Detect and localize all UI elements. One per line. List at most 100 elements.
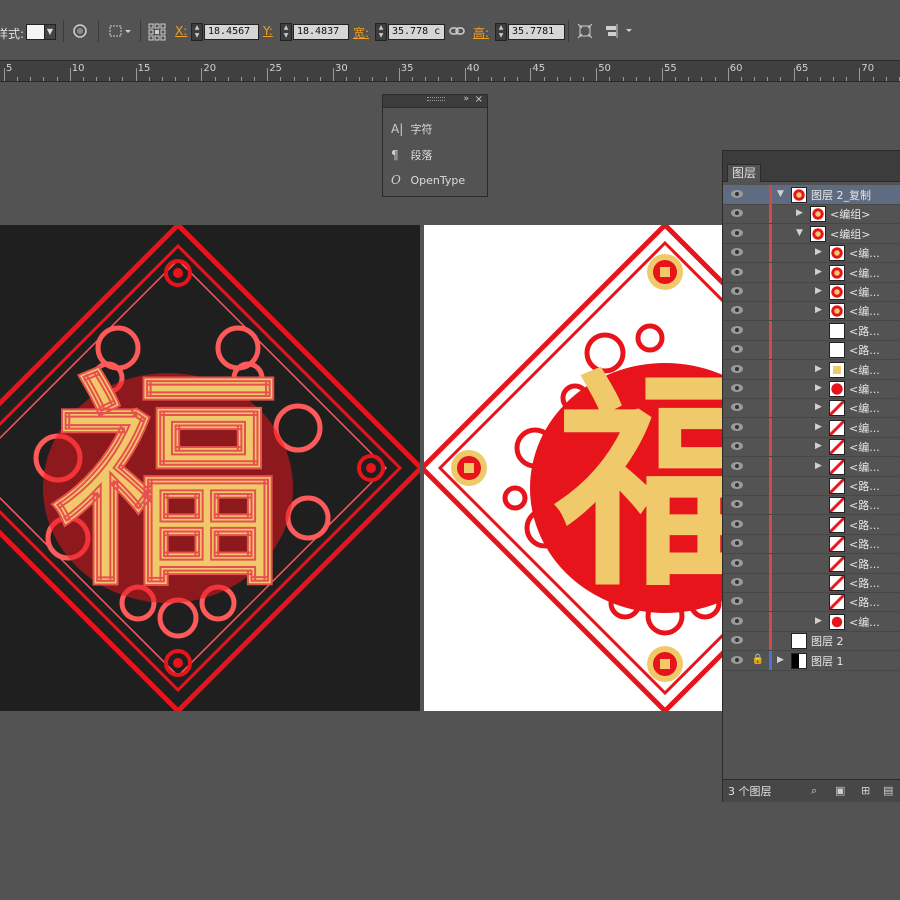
- expand-triangle-icon[interactable]: ▶: [815, 383, 822, 393]
- collapse-triangle-icon[interactable]: ▼: [777, 189, 784, 199]
- expand-triangle-icon[interactable]: ▶: [815, 402, 822, 412]
- layer-row[interactable]: <路...: [723, 573, 900, 593]
- lock-toggle[interactable]: [751, 460, 765, 474]
- lock-toggle[interactable]: [751, 479, 765, 493]
- lock-toggle[interactable]: [751, 615, 765, 629]
- visibility-eye-icon[interactable]: [731, 287, 743, 295]
- layer-row[interactable]: <路...: [723, 592, 900, 613]
- expand-triangle-icon[interactable]: ▶: [815, 441, 822, 451]
- fu-artwork-preview[interactable]: 福: [418, 221, 900, 715]
- new-sublayer-icon[interactable]: ⊞: [861, 784, 870, 797]
- layer-row[interactable]: <路...: [723, 340, 900, 361]
- expand-triangle-icon[interactable]: ▶: [815, 305, 822, 315]
- visibility-eye-icon[interactable]: [731, 228, 743, 237]
- layer-row[interactable]: <路...: [723, 534, 900, 555]
- height-field[interactable]: 35.7781: [508, 24, 565, 40]
- lock-toggle[interactable]: [751, 421, 765, 435]
- lock-toggle[interactable]: [751, 285, 765, 299]
- align-icon[interactable]: [604, 23, 634, 43]
- visibility-eye-icon[interactable]: [731, 364, 743, 373]
- expand-triangle-icon[interactable]: ▶: [815, 422, 822, 432]
- layer-row[interactable]: 🔒 ▶ 图层 1: [723, 650, 900, 671]
- layer-row[interactable]: ▶ <编...: [723, 398, 900, 419]
- y-stepper[interactable]: ▲ ▼: [280, 23, 292, 41]
- visibility-eye-icon[interactable]: [731, 248, 743, 257]
- fu-artwork-outline-view[interactable]: 福: [0, 221, 425, 715]
- layer-row[interactable]: <路...: [723, 514, 900, 535]
- collapse-triangle-icon[interactable]: ▼: [796, 228, 803, 238]
- layer-row[interactable]: ▶ <编...: [723, 417, 900, 438]
- visibility-eye-icon[interactable]: [731, 267, 743, 276]
- layer-row[interactable]: <路...: [723, 476, 900, 496]
- lock-toggle[interactable]: [751, 401, 765, 415]
- visibility-eye-icon[interactable]: [731, 384, 743, 392]
- expand-triangle-icon[interactable]: ▶: [815, 286, 822, 296]
- expand-triangle-icon[interactable]: ▶: [777, 655, 784, 665]
- visibility-eye-icon[interactable]: [731, 422, 743, 431]
- artboard-left[interactable]: 福: [0, 221, 425, 715]
- expand-triangle-icon[interactable]: ▶: [815, 364, 822, 374]
- layer-row[interactable]: ▼ 图层 2_复制: [723, 185, 900, 205]
- lock-toggle[interactable]: [751, 343, 765, 357]
- artboard-right[interactable]: 福: [418, 221, 900, 715]
- lock-toggle[interactable]: [751, 246, 765, 260]
- layer-row[interactable]: ▶ <编组>: [723, 204, 900, 225]
- visibility-eye-icon[interactable]: [731, 616, 743, 625]
- visibility-eye-icon[interactable]: [731, 403, 743, 412]
- layer-row[interactable]: <路...: [723, 320, 900, 341]
- lock-toggle[interactable]: [751, 304, 765, 318]
- visibility-eye-icon[interactable]: [731, 578, 743, 586]
- layer-row[interactable]: <路...: [723, 553, 900, 574]
- visibility-eye-icon[interactable]: [731, 442, 743, 451]
- lock-toggle[interactable]: [751, 576, 765, 590]
- visibility-eye-icon[interactable]: [731, 481, 743, 489]
- width-field[interactable]: 35.778 c: [388, 24, 445, 40]
- visibility-eye-icon[interactable]: [731, 461, 743, 470]
- visibility-eye-icon[interactable]: [731, 500, 743, 509]
- layer-row[interactable]: ▼ <编组>: [723, 223, 900, 244]
- recolor-icon[interactable]: [72, 23, 88, 43]
- lock-toggle[interactable]: [751, 518, 765, 532]
- layer-row[interactable]: 图层 2: [723, 631, 900, 652]
- visibility-eye-icon[interactable]: [731, 539, 743, 548]
- layer-row[interactable]: ▶ <编...: [723, 282, 900, 302]
- paragraph-panel-item[interactable]: ¶ 段落: [391, 147, 433, 163]
- constrain-link-icon[interactable]: [449, 23, 465, 43]
- transform-panel-icon[interactable]: [577, 23, 593, 43]
- visibility-eye-icon[interactable]: [731, 558, 743, 567]
- visibility-eye-icon[interactable]: [731, 306, 743, 315]
- visibility-eye-icon[interactable]: [731, 597, 743, 606]
- y-field[interactable]: 18.4837: [293, 24, 349, 40]
- type-panel[interactable]: » × A| 字符 ¶ 段落 O OpenType: [382, 94, 488, 197]
- lock-toggle[interactable]: [751, 634, 765, 648]
- lock-icon[interactable]: 🔒: [751, 654, 765, 668]
- expand-triangle-icon[interactable]: ▶: [796, 208, 803, 218]
- lock-toggle[interactable]: [751, 266, 765, 280]
- grip-icon[interactable]: [427, 97, 445, 101]
- visibility-eye-icon[interactable]: [731, 636, 743, 645]
- lock-toggle[interactable]: [751, 227, 765, 241]
- layers-panel[interactable]: 图层 ▼ 图层 2_复制 ▶ <编组> ▼ <编组> ▶ <编... ▶ <编... ▶ <编... ▶…: [722, 150, 900, 802]
- lock-toggle[interactable]: [751, 188, 765, 202]
- character-panel-item[interactable]: A| 字符: [391, 121, 433, 137]
- close-icon[interactable]: ×: [475, 94, 483, 105]
- lock-toggle[interactable]: [751, 207, 765, 221]
- visibility-eye-icon[interactable]: [731, 655, 743, 664]
- layer-row[interactable]: ▶ <编...: [723, 379, 900, 399]
- transform-icon[interactable]: [108, 23, 132, 43]
- layer-row[interactable]: ▶ <编...: [723, 243, 900, 264]
- expand-triangle-icon[interactable]: ▶: [815, 461, 822, 471]
- opentype-panel-item[interactable]: O OpenType: [391, 173, 465, 187]
- visibility-eye-icon[interactable]: [731, 190, 743, 198]
- height-stepper[interactable]: ▲ ▼: [495, 23, 507, 41]
- collapse-icon[interactable]: »: [463, 94, 469, 104]
- visibility-eye-icon[interactable]: [731, 325, 743, 334]
- new-layer-icon[interactable]: ▤: [883, 784, 893, 797]
- make-clipping-mask-icon[interactable]: ▣: [835, 784, 845, 797]
- lock-toggle[interactable]: [751, 595, 765, 609]
- width-stepper[interactable]: ▲ ▼: [375, 23, 387, 41]
- expand-triangle-icon[interactable]: ▶: [815, 616, 822, 626]
- style-swatch[interactable]: [26, 24, 46, 40]
- layer-row[interactable]: <路...: [723, 495, 900, 516]
- expand-triangle-icon[interactable]: ▶: [815, 267, 822, 277]
